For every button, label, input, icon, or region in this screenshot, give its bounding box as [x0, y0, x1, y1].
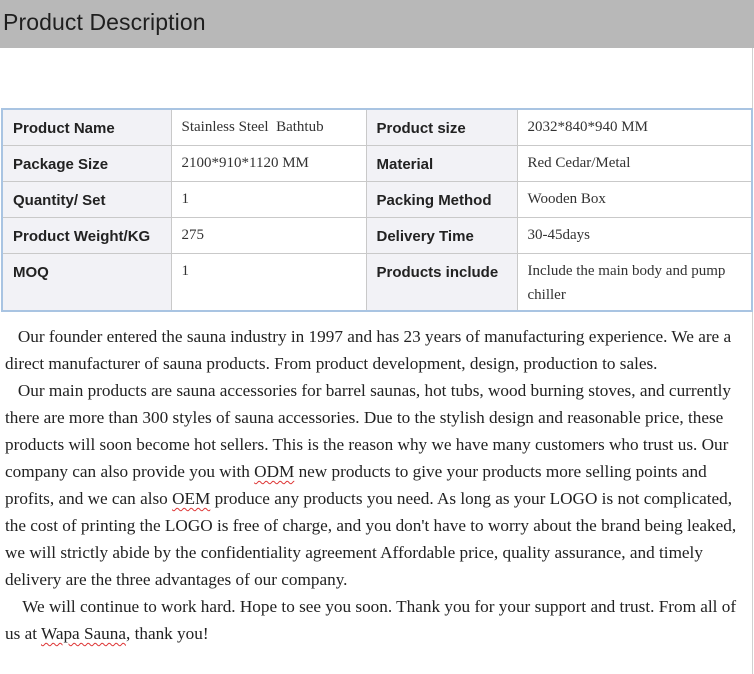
spec-value: 275: [170, 217, 367, 254]
spec-value: Red Cedar/Metal: [516, 145, 753, 182]
brand-name: Wapa Sauna: [40, 624, 126, 643]
table-row: Quantity/ Set 1 Packing Method Wooden Bo…: [1, 181, 753, 218]
spec-value: 30-45days: [516, 217, 753, 254]
spec-value: 2100*910*1120 MM: [170, 145, 367, 182]
description-text: Our founder entered the sauna industry i…: [5, 327, 732, 373]
description-paragraph: Our main products are sauna accessories …: [5, 377, 750, 593]
spec-value: 1: [170, 253, 367, 311]
spec-label: Material: [365, 145, 518, 182]
table-row: Package Size 2100*910*1120 MM Material R…: [1, 145, 753, 182]
spec-value: Stainless Steel Bathtub: [170, 108, 367, 146]
spec-label: MOQ: [1, 253, 172, 311]
spec-label: Packing Method: [365, 181, 518, 218]
spec-label: Products include: [365, 253, 518, 311]
spec-value: 1: [170, 181, 367, 218]
spellcheck-word: ODM: [254, 462, 295, 481]
table-row: Product Name Stainless Steel Bathtub Pro…: [1, 108, 753, 146]
spec-label: Product Name: [1, 108, 172, 146]
table-row: MOQ 1 Products include Include the main …: [1, 253, 753, 311]
spec-label: Quantity/ Set: [1, 181, 172, 218]
spec-value: Wooden Box: [516, 181, 753, 218]
spec-label: Delivery Time: [365, 217, 518, 254]
spec-label: Package Size: [1, 145, 172, 182]
table-row: Product Weight/KG 275 Delivery Time 30-4…: [1, 217, 753, 254]
product-description-text: Our founder entered the sauna industry i…: [5, 323, 750, 647]
spec-value: Include the main body and pump chiller: [516, 253, 753, 311]
spec-value: 2032*840*940 MM: [516, 108, 753, 146]
description-paragraph: Our founder entered the sauna industry i…: [5, 323, 750, 377]
description-text: , thank you!: [125, 624, 209, 643]
section-title: Product Description: [3, 9, 206, 35]
spec-label: Product size: [365, 108, 518, 146]
product-spec-table: Product Name Stainless Steel Bathtub Pro…: [1, 108, 753, 312]
spellcheck-word: OEM: [172, 489, 211, 508]
description-paragraph: We will continue to work hard. Hope to s…: [5, 593, 750, 647]
spec-label: Product Weight/KG: [1, 217, 172, 254]
section-header: Product Description: [0, 0, 754, 48]
